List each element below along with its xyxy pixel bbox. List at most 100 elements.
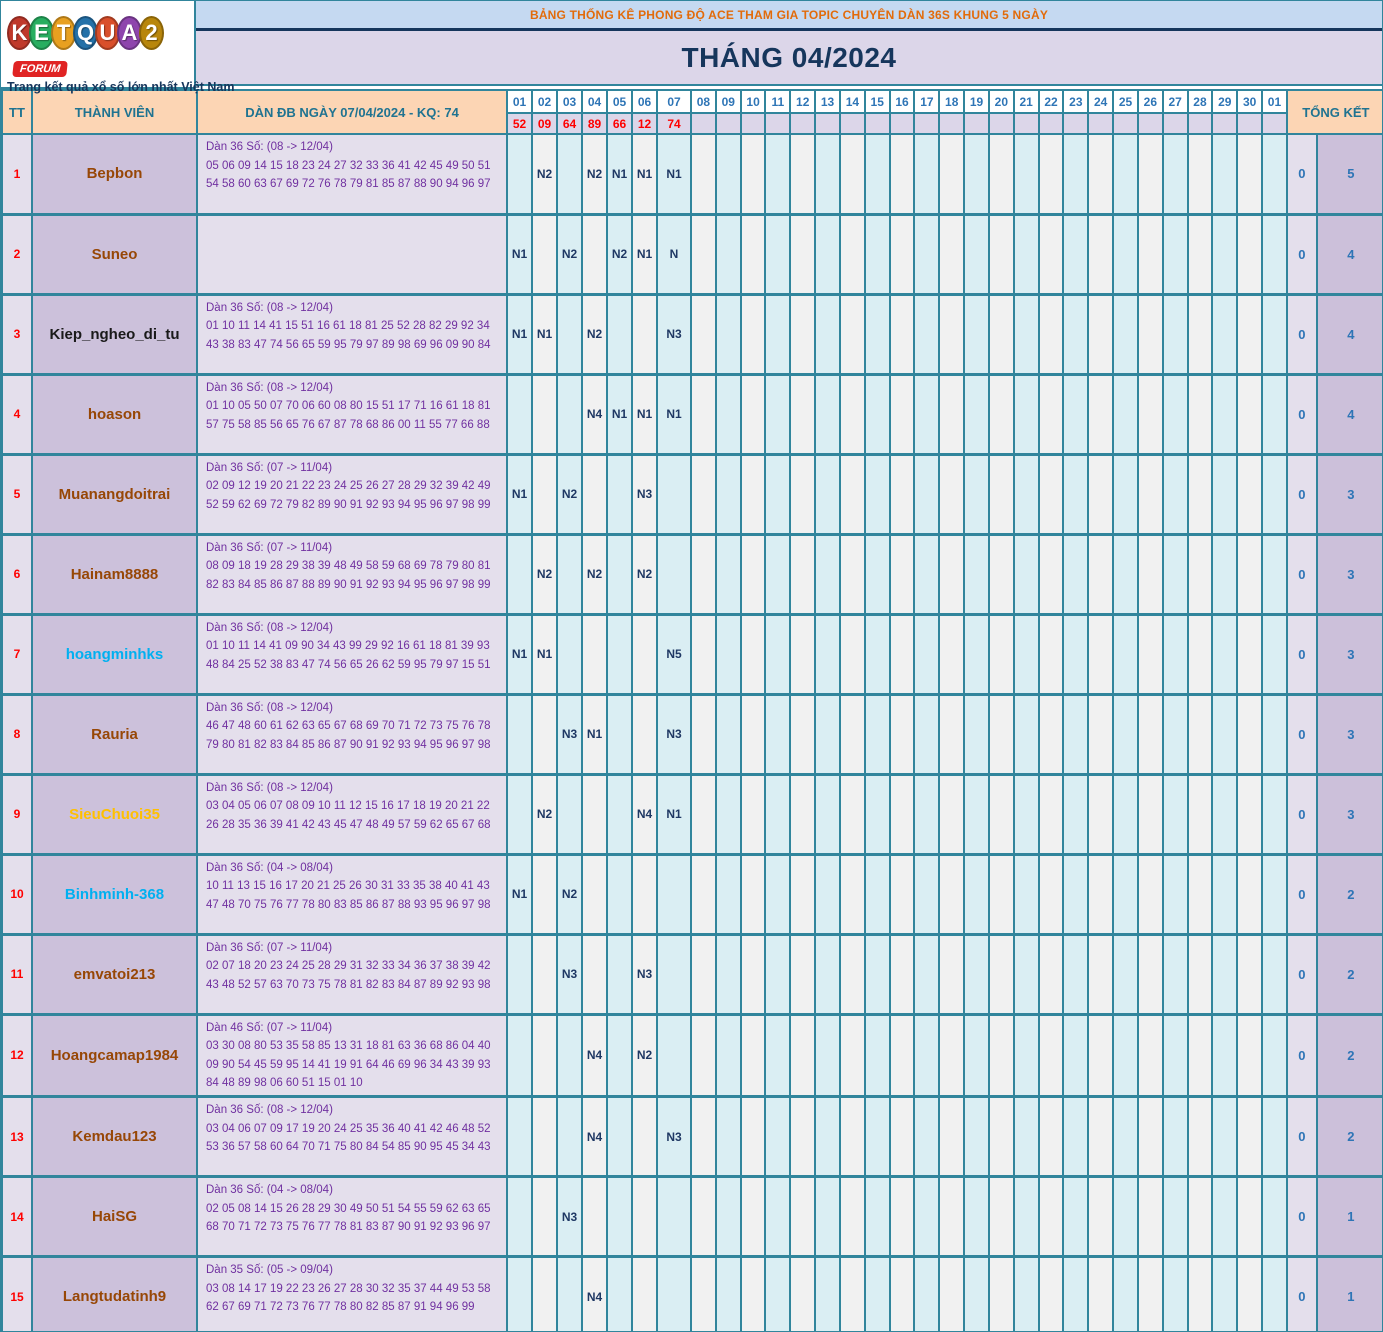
day-cell <box>913 1255 941 1331</box>
day-cell <box>690 933 717 1016</box>
day-cell <box>913 693 941 776</box>
day-cell <box>1186 293 1214 376</box>
day-cell <box>1211 533 1239 616</box>
member-name-cell[interactable]: hoangminhks <box>31 613 198 696</box>
day-cell <box>531 453 558 536</box>
total-count-cell: 2 <box>1315 853 1382 936</box>
day-cell <box>1087 133 1115 216</box>
day-cell <box>1261 213 1288 296</box>
day-cell <box>888 213 916 296</box>
day-header-cell: 28 <box>1186 89 1214 114</box>
member-name-cell[interactable]: Suneo <box>31 213 198 296</box>
member-name-cell[interactable]: Langtudatinh9 <box>31 1255 198 1331</box>
ketqua2-logo[interactable]: KETQUA2 FORUM Trang kết quả xổ số lớn nh… <box>1 1 234 94</box>
day-cell <box>1261 533 1288 616</box>
day-cell <box>938 933 966 1016</box>
result-cell <box>1087 112 1115 135</box>
day-cell <box>913 533 941 616</box>
total-zero-cell: 0 <box>1285 1255 1318 1331</box>
result-cell <box>1012 112 1040 135</box>
total-zero-cell: 0 <box>1285 853 1318 936</box>
dan-numbers: 01 10 11 14 41 15 51 16 61 18 81 25 52 2… <box>206 320 491 351</box>
member-name-cell[interactable]: Kemdau123 <box>31 1095 198 1178</box>
day-cell <box>987 1095 1015 1178</box>
day-cell <box>714 1013 742 1098</box>
member-name-cell[interactable]: Hainam8888 <box>31 533 198 616</box>
member-name-cell[interactable]: Binhminh-368 <box>31 853 198 936</box>
day-cell <box>581 933 608 1016</box>
tt-cell: 8 <box>1 693 33 776</box>
day-cell <box>938 373 966 456</box>
day-cell <box>913 933 941 1016</box>
day-cell <box>863 773 891 856</box>
hit-mark-cell: N2 <box>531 773 558 856</box>
member-name-cell[interactable]: HaiSG <box>31 1175 198 1258</box>
day-cell <box>606 453 633 536</box>
day-cell <box>714 133 742 216</box>
hit-mark-cell: N1 <box>606 133 633 216</box>
day-cell <box>1062 133 1090 216</box>
day-cell <box>1211 1255 1239 1331</box>
dan-numbers: 03 04 06 07 09 17 19 20 24 25 35 36 40 4… <box>206 1122 491 1154</box>
day-cell <box>764 693 792 776</box>
day-cell <box>606 613 633 696</box>
dan-header: DÀN ĐB NGÀY 07/04/2024 - KQ: 74 <box>196 89 508 135</box>
tt-cell: 2 <box>1 213 33 296</box>
tt-cell: 15 <box>1 1255 33 1331</box>
result-cell <box>1261 112 1288 135</box>
day-header-cell: 03 <box>556 89 583 114</box>
dan-cell: Dàn 36 Số: (08 -> 12/04) 05 06 09 14 15 1… <box>196 133 508 216</box>
day-cell <box>690 1175 717 1258</box>
result-cell <box>814 112 841 135</box>
total-zero-cell: 0 <box>1285 533 1318 616</box>
day-cell <box>1236 773 1264 856</box>
day-cell <box>838 133 866 216</box>
total-zero-cell: 0 <box>1285 1175 1318 1258</box>
member-name-cell[interactable]: Bepbon <box>31 133 198 216</box>
day-cell <box>581 213 608 296</box>
member-name-cell[interactable]: SieuChuoi35 <box>31 773 198 856</box>
day-cell <box>714 533 742 616</box>
total-zero-cell: 0 <box>1285 613 1318 696</box>
day-cell <box>888 1013 916 1098</box>
day-cell <box>739 853 767 936</box>
day-cell <box>1211 933 1239 1016</box>
topic-title: BẢNG THỐNG KÊ PHONG ĐỘ ACE THAM GIA TOPI… <box>196 1 1382 31</box>
day-cell <box>764 933 792 1016</box>
tt-cell: 10 <box>1 853 33 936</box>
day-cell <box>606 533 633 616</box>
day-cell <box>1087 613 1115 696</box>
member-name-cell[interactable]: Muanangdoitrai <box>31 453 198 536</box>
day-cell <box>1062 853 1090 936</box>
day-cell <box>987 1175 1015 1258</box>
dan-cell: Dàn 36 Số: (07 -> 11/04) 02 09 12 19 20 2… <box>196 453 508 536</box>
total-count-cell: 3 <box>1315 453 1382 536</box>
member-name-cell[interactable]: Kiep_ngheo_di_tu <box>31 293 198 376</box>
dan-cell: Dàn 36 Số: (07 -> 11/04) 02 07 18 20 23 2… <box>196 933 508 1016</box>
day-cell <box>764 773 792 856</box>
day-cell <box>863 1013 891 1098</box>
total-count-cell: 2 <box>1315 1013 1382 1098</box>
hit-mark-cell: N3 <box>556 693 583 776</box>
member-name-cell[interactable]: emvatoi213 <box>31 933 198 1016</box>
day-cell <box>1112 613 1139 696</box>
member-name-cell[interactable]: hoason <box>31 373 198 456</box>
day-cell <box>1261 853 1288 936</box>
hit-mark-cell: N2 <box>556 213 583 296</box>
member-name-cell[interactable]: Hoangcamap1984 <box>31 1013 198 1098</box>
day-cell <box>714 933 742 1016</box>
day-cell <box>1211 1095 1239 1178</box>
day-cell <box>556 1095 583 1178</box>
day-cell <box>938 773 966 856</box>
result-cell <box>714 112 742 135</box>
hit-mark-cell: N1 <box>531 613 558 696</box>
day-cell <box>1236 533 1264 616</box>
dan-numbers: 10 11 13 15 16 17 20 21 25 26 30 31 33 3… <box>206 880 491 911</box>
day-header-cell: 22 <box>1037 89 1065 114</box>
total-count-cell: 3 <box>1315 693 1382 776</box>
member-name-cell[interactable]: Rauria <box>31 693 198 776</box>
day-cell <box>1012 773 1040 856</box>
day-cell <box>913 373 941 456</box>
hit-mark-cell: N2 <box>556 853 583 936</box>
day-cell <box>863 613 891 696</box>
